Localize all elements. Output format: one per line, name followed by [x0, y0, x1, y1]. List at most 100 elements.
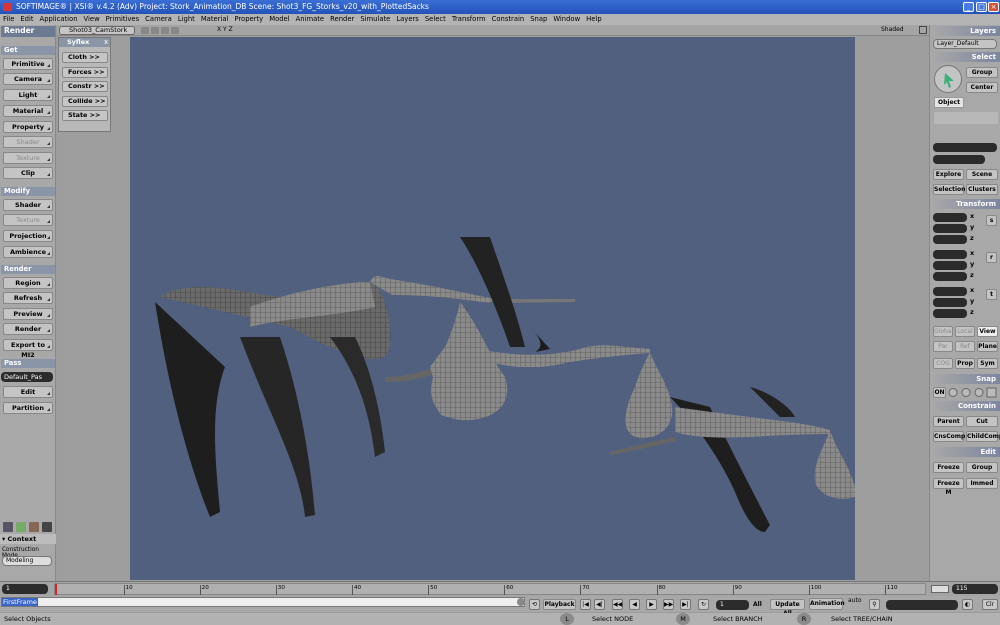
menu-edit[interactable]: Edit	[17, 15, 36, 23]
syflex-constr-button[interactable]: Constr >>	[62, 81, 108, 92]
ref-button[interactable]: Ref	[955, 341, 975, 352]
prev-key-icon[interactable]: ◀|	[594, 599, 605, 610]
transform-tx-field[interactable]	[933, 287, 967, 296]
transform-s-button[interactable]: s	[986, 215, 997, 226]
rewind-icon[interactable]: ◀◀	[612, 599, 623, 610]
prop-button[interactable]: Prop	[955, 358, 975, 369]
modify-ambience-button[interactable]: Ambience	[3, 246, 53, 258]
syflex-state-button[interactable]: State >>	[62, 110, 108, 121]
display-mode[interactable]: Shaded	[881, 26, 904, 33]
fast-forward-icon[interactable]: ▶▶	[663, 599, 674, 610]
transform-t-button[interactable]: t	[986, 289, 997, 300]
explore-button[interactable]: Explore	[933, 169, 964, 180]
center-select-button[interactable]: Center	[966, 82, 998, 93]
menu-file[interactable]: File	[0, 15, 17, 23]
end-frame-field[interactable]: 115	[952, 584, 998, 594]
close-button[interactable]: ×	[988, 2, 999, 12]
parent-button[interactable]: Parent	[933, 416, 964, 427]
get-texture-button[interactable]: Texture	[3, 152, 53, 164]
get-primitive-button[interactable]: Primitive	[3, 58, 53, 70]
modify-shader-button[interactable]: Shader	[3, 199, 53, 211]
range-icon[interactable]	[931, 585, 949, 593]
menu-material[interactable]: Material	[198, 15, 232, 23]
edit-group-button[interactable]: Group	[966, 462, 998, 473]
minimize-button[interactable]: _	[963, 2, 974, 12]
first-frame-icon[interactable]: |◀	[580, 599, 591, 610]
menu-constrain[interactable]: Constrain	[489, 15, 528, 23]
construction-mode-dropdown[interactable]: Modeling	[2, 556, 52, 566]
animation-button[interactable]: Animation	[809, 598, 845, 610]
get-clip-button[interactable]: Clip	[3, 167, 53, 179]
render-render-button[interactable]: Render	[3, 323, 53, 335]
command-line[interactable]: FirstFrame	[1, 597, 525, 607]
update-all-button[interactable]: Update All	[770, 599, 805, 617]
pass-dropdown[interactable]: Default_Pas	[1, 372, 53, 382]
all-toggle[interactable]: All	[753, 601, 762, 608]
transform-tz-field[interactable]	[933, 309, 967, 318]
syflex-cloth-button[interactable]: Cloth >>	[62, 52, 108, 63]
syflex-collide-button[interactable]: Collide >>	[62, 95, 108, 107]
get-light-button[interactable]: Light	[3, 89, 53, 101]
menu-animate[interactable]: Animate	[293, 15, 327, 23]
transform-rz-field[interactable]	[933, 272, 967, 281]
maximize-viewport-icon[interactable]	[919, 26, 927, 34]
global-button[interactable]: Global	[933, 326, 953, 337]
render-preview-button[interactable]: Preview	[3, 308, 53, 320]
timeline-track[interactable]: 10 20 30 40 50 60 70 80 90 100 110	[54, 583, 926, 595]
transform-ry-field[interactable]	[933, 261, 967, 270]
pass-partition-button[interactable]: Partition	[3, 402, 53, 414]
menu-layers[interactable]: Layers	[393, 15, 422, 23]
clr-button[interactable]: Clr	[982, 599, 998, 610]
syflex-forces-button[interactable]: Forces >>	[62, 66, 108, 78]
plane-button[interactable]: Plane	[977, 341, 998, 352]
menu-light[interactable]: Light	[175, 15, 198, 23]
modify-projection-button[interactable]: Projection	[3, 230, 53, 242]
snap-on-button[interactable]: ON	[933, 387, 946, 398]
menu-window[interactable]: Window	[550, 15, 583, 23]
menu-help[interactable]: Help	[583, 15, 605, 23]
menu-property[interactable]: Property	[231, 15, 266, 23]
freeze-m-button[interactable]: Freeze M	[933, 478, 964, 496]
object-filter[interactable]: Object	[934, 97, 964, 108]
3d-scene-canvas[interactable]	[130, 37, 855, 580]
select-field-1[interactable]	[933, 143, 997, 152]
loop-icon[interactable]: ↻	[698, 599, 709, 610]
key-field[interactable]	[886, 600, 958, 610]
transform-sz-field[interactable]	[933, 235, 967, 244]
modify-texture-button[interactable]: Texture	[3, 214, 53, 226]
syflex-close-icon[interactable]: x	[104, 38, 108, 47]
par-button[interactable]: Par	[933, 341, 953, 352]
menu-select[interactable]: Select	[422, 15, 449, 23]
transform-sx-field[interactable]	[933, 213, 967, 222]
key-icon[interactable]: ⚲	[869, 599, 880, 610]
context-toggle[interactable]: ▾ Context	[0, 534, 56, 544]
freeze-button[interactable]: Freeze	[933, 462, 964, 473]
get-shader-button[interactable]: Shader	[3, 136, 53, 148]
playback-icon[interactable]: ⟲	[529, 599, 540, 610]
toolbar-title[interactable]: Render	[1, 26, 55, 37]
menu-snap[interactable]: Snap	[527, 15, 550, 23]
menu-render[interactable]: Render	[327, 15, 357, 23]
transform-rx-field[interactable]	[933, 250, 967, 259]
snap-icons[interactable]	[947, 387, 998, 398]
command-dropdown-icon[interactable]	[517, 598, 525, 606]
menu-model[interactable]: Model	[266, 15, 292, 23]
select-field-2[interactable]	[933, 155, 985, 164]
start-frame-field[interactable]: 1	[2, 584, 48, 594]
render-refresh-button[interactable]: Refresh	[3, 292, 53, 304]
layer-dropdown[interactable]: Layer_Default	[933, 39, 997, 49]
viewport-icons[interactable]	[141, 27, 186, 34]
selection-button[interactable]: Selection	[933, 184, 965, 195]
playback-button[interactable]: Playback	[543, 599, 576, 610]
childcomp-button[interactable]: ChildComp	[966, 431, 1000, 442]
pass-edit-button[interactable]: Edit	[3, 386, 53, 398]
cog-button[interactable]: COG	[933, 358, 953, 369]
group-select-button[interactable]: Group	[966, 67, 998, 78]
current-frame-field[interactable]: 1	[716, 600, 749, 610]
cut-button[interactable]: Cut	[966, 416, 998, 427]
clusters-button[interactable]: Clusters	[966, 184, 998, 195]
menu-simulate[interactable]: Simulate	[357, 15, 393, 23]
key-set-icon[interactable]: ◐	[962, 599, 973, 610]
get-property-button[interactable]: Property	[3, 121, 53, 133]
playhead[interactable]	[55, 584, 57, 595]
